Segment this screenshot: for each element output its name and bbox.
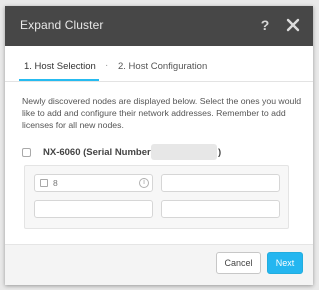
address-field[interactable]: [34, 200, 153, 218]
hypervisor-field[interactable]: 8 i: [34, 174, 153, 192]
field-value: 8: [53, 178, 58, 188]
next-button[interactable]: Next: [267, 252, 303, 274]
address-field[interactable]: [161, 200, 280, 218]
node-label: NX-6060 (Serial Number:: [43, 147, 154, 158]
info-icon[interactable]: i: [139, 178, 149, 188]
dialog-title: Expand Cluster: [20, 18, 104, 32]
node-config-panel: 8 i: [24, 165, 289, 229]
tab-host-configuration[interactable]: 2. Host Configuration: [118, 61, 207, 72]
active-tab-indicator: [19, 79, 99, 81]
tab-separator: ·: [105, 60, 109, 71]
tab-host-selection[interactable]: 1. Host Selection: [24, 61, 96, 72]
cancel-button[interactable]: Cancel: [216, 252, 261, 274]
node-model-serial: NX-6060 (Serial Number:: [43, 147, 154, 158]
instructions-text: Newly discovered nodes are displayed bel…: [22, 96, 302, 130]
expand-cluster-dialog: Expand Cluster ? 1. Host Selection · 2. …: [5, 6, 313, 285]
node-label-suffix: ): [218, 147, 222, 158]
serial-number-redacted: [151, 144, 217, 160]
dialog-footer: Cancel Next: [5, 244, 313, 285]
dialog-titlebar: Expand Cluster ?: [5, 6, 313, 46]
close-icon[interactable]: [284, 16, 302, 34]
screenshot-frame: Expand Cluster ? 1. Host Selection · 2. …: [0, 0, 319, 290]
wizard-tabs: 1. Host Selection · 2. Host Configuratio…: [5, 46, 313, 82]
node-select-checkbox[interactable]: [22, 148, 31, 157]
address-field[interactable]: [161, 174, 280, 192]
field-checkbox[interactable]: [40, 179, 48, 187]
help-icon[interactable]: ?: [258, 16, 272, 34]
